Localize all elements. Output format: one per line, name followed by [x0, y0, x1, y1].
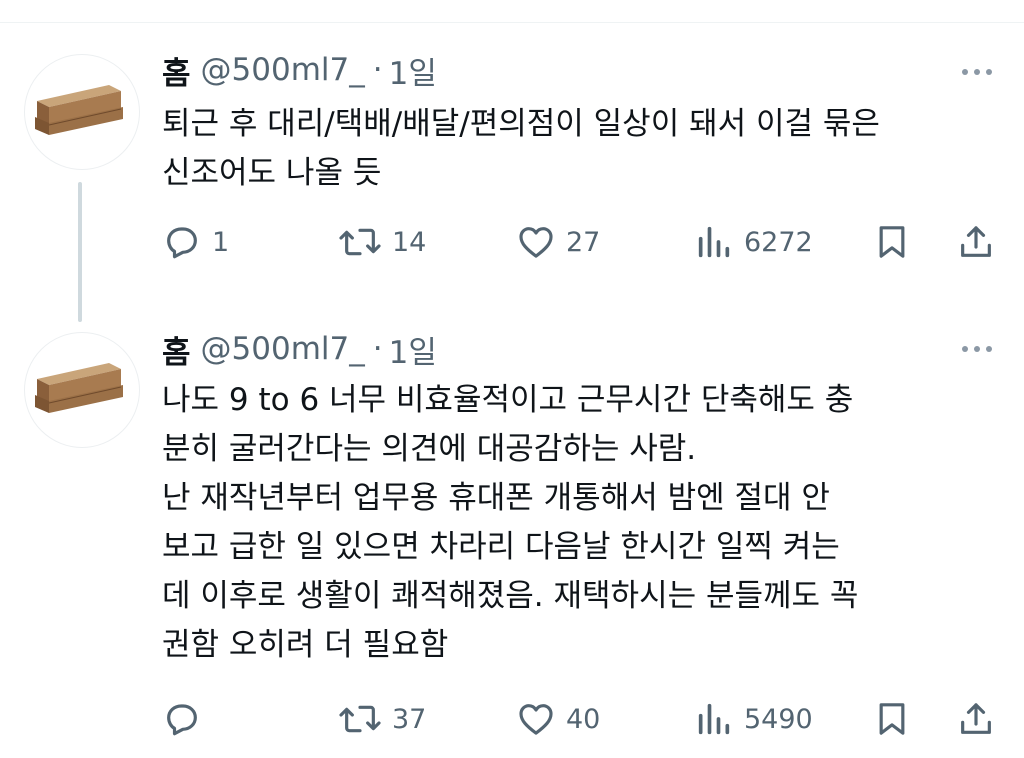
- retweet-button[interactable]: 14: [338, 217, 426, 267]
- bookmark-button[interactable]: [872, 217, 912, 267]
- tweet-text-line: 나도 9 to 6 너무 비효율적이고 근무시간 단축해도 충: [162, 382, 854, 418]
- retweet-count: 37: [392, 703, 427, 735]
- bookmark-icon: [879, 703, 905, 735]
- views-button[interactable]: 5490: [694, 694, 813, 744]
- coffin-avatar-image: [35, 363, 123, 413]
- reply-count: 1: [212, 226, 230, 258]
- view-count: 6272: [744, 226, 813, 258]
- views-icon: [698, 703, 730, 735]
- reply-button[interactable]: 1: [162, 217, 229, 267]
- tweet-time[interactable]: 1일: [389, 327, 437, 372]
- retweet-count: 14: [392, 226, 427, 258]
- like-count: 40: [566, 703, 601, 735]
- bookmark-button[interactable]: [872, 694, 912, 744]
- bookmark-icon: [879, 226, 905, 258]
- thread-line: [78, 182, 82, 322]
- like-count: 27: [566, 226, 601, 258]
- like-button[interactable]: 27: [516, 217, 600, 267]
- views-button[interactable]: 6272: [694, 217, 813, 267]
- share-icon: [961, 703, 991, 734]
- tweet-time[interactable]: 1일: [389, 48, 437, 93]
- user-handle[interactable]: @500ml7_: [201, 52, 365, 88]
- tweet-text-line: 난 재작년부터 업무용 휴대폰 개통해서 밤엔 절대 안: [162, 480, 830, 516]
- retweet-button[interactable]: 37: [338, 694, 426, 744]
- like-button[interactable]: 40: [516, 694, 600, 744]
- reply-icon: [167, 704, 197, 736]
- avatar[interactable]: [24, 54, 140, 170]
- display-name[interactable]: 홈: [162, 327, 191, 372]
- display-name[interactable]: 홈: [162, 48, 191, 93]
- views-icon: [698, 226, 730, 258]
- reply-icon: [167, 227, 197, 259]
- tweet-text: 나도 9 to 6 너무 비효율적이고 근무시간 단축해도 충 분히 굴러간다는…: [162, 376, 1002, 670]
- heart-icon: [519, 704, 553, 735]
- share-button[interactable]: [956, 694, 996, 744]
- reply-button[interactable]: [162, 694, 212, 744]
- more-icon[interactable]: [952, 329, 1002, 369]
- tweet-1[interactable]: 홈 @500ml7_ · 1일 퇴근 후 대리/택배/배달/편의점이 일상이 돼…: [0, 0, 1024, 322]
- tweet-text-line: 데 이후로 생활이 쾌적해졌음. 재택하시는 분들께도 꼭: [162, 578, 859, 614]
- tweet-text: 퇴근 후 대리/택배/배달/편의점이 일상이 돼서 이걸 묶은 신조어도 나올 …: [162, 100, 1002, 198]
- heart-icon: [519, 227, 553, 258]
- separator-dot: ·: [372, 331, 383, 367]
- tweet-text-line: 신조어도 나올 듯: [162, 155, 382, 191]
- separator-dot: ·: [372, 52, 383, 88]
- action-bar: 37 40 5490: [160, 694, 1000, 744]
- tweet-header: 홈 @500ml7_ · 1일: [162, 327, 437, 371]
- tweet-text-line: 분히 굴러간다는 의견에 대공감하는 사람.: [162, 431, 697, 467]
- share-icon: [961, 226, 991, 257]
- tweet-header: 홈 @500ml7_ · 1일: [162, 48, 437, 92]
- tweet-text-line: 보고 급한 일 있으면 차라리 다음날 한시간 일찍 켜는: [162, 529, 840, 565]
- action-bar: 1 14 27 6272: [160, 217, 1000, 267]
- avatar[interactable]: [24, 332, 140, 448]
- retweet-icon: [339, 228, 381, 256]
- view-count: 5490: [744, 703, 813, 735]
- coffin-avatar-image: [35, 85, 123, 135]
- share-button[interactable]: [956, 217, 996, 267]
- retweet-icon: [339, 705, 381, 733]
- more-icon[interactable]: [952, 52, 1002, 92]
- tweet-2[interactable]: 홈 @500ml7_ · 1일 나도 9 to 6 너무 비효율적이고 근무시간…: [0, 320, 1024, 758]
- user-handle[interactable]: @500ml7_: [201, 331, 365, 367]
- tweet-text-line: 권함 오히려 더 필요함: [162, 627, 449, 663]
- tweet-text-line: 퇴근 후 대리/택배/배달/편의점이 일상이 돼서 이걸 묶은: [162, 106, 880, 142]
